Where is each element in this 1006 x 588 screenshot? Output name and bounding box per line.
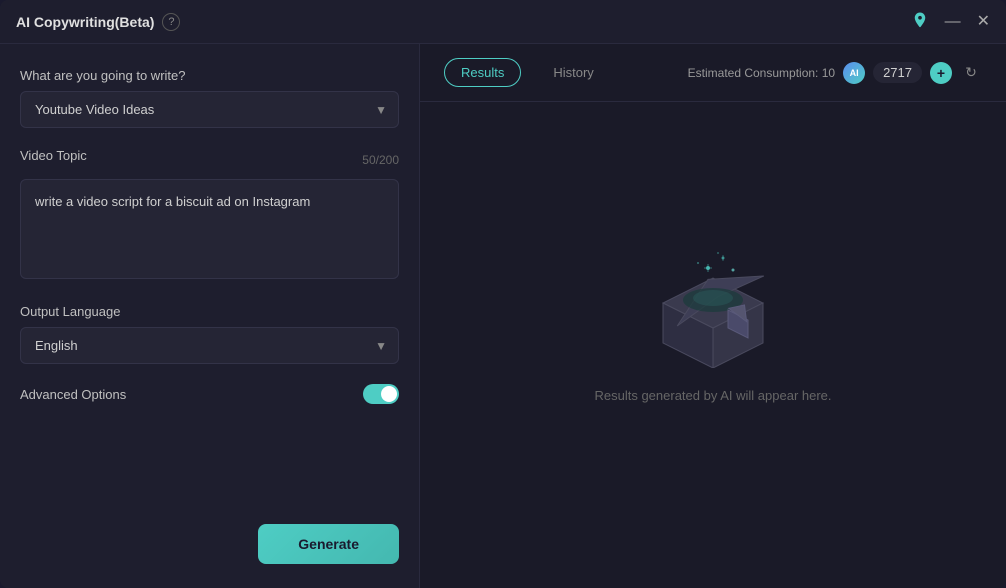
prompt-type-section: What are you going to write? Youtube Vid… bbox=[20, 68, 399, 128]
tab-history[interactable]: History bbox=[537, 59, 609, 86]
close-button[interactable]: ✕ bbox=[977, 14, 990, 30]
topic-textarea[interactable]: write a video script for a biscuit ad on… bbox=[20, 179, 399, 279]
generate-button[interactable]: Generate bbox=[258, 524, 399, 564]
topic-label-row: Video Topic 50/200 bbox=[20, 148, 399, 171]
refresh-button[interactable]: ↻ bbox=[960, 62, 982, 84]
language-select[interactable]: English Spanish French German Chinese bbox=[20, 327, 399, 364]
title-left: AI Copywriting(Beta) ? bbox=[16, 13, 180, 31]
consumption-area: Estimated Consumption: 10 AI 2717 + ↻ bbox=[688, 62, 982, 84]
consumption-label: Estimated Consumption: 10 bbox=[688, 66, 835, 80]
topic-label: Video Topic bbox=[20, 148, 87, 163]
right-panel: Results History Estimated Consumption: 1… bbox=[420, 44, 1006, 588]
topic-section: Video Topic 50/200 write a video script … bbox=[20, 148, 399, 284]
prompt-select-wrapper: Youtube Video Ideas Blog Post Social Med… bbox=[20, 91, 399, 128]
prompt-select[interactable]: Youtube Video Ideas Blog Post Social Med… bbox=[20, 91, 399, 128]
left-panel: What are you going to write? Youtube Vid… bbox=[0, 44, 420, 588]
empty-state: Results generated by AI will appear here… bbox=[420, 102, 1006, 588]
advanced-label: Advanced Options bbox=[20, 387, 126, 402]
advanced-options-row: Advanced Options bbox=[20, 384, 399, 404]
app-title: AI Copywriting(Beta) bbox=[16, 14, 154, 30]
window-controls: — ✕ bbox=[911, 11, 990, 33]
language-label: Output Language bbox=[20, 304, 399, 319]
language-section: Output Language English Spanish French G… bbox=[20, 304, 399, 364]
tab-results[interactable]: Results bbox=[444, 58, 521, 87]
add-credits-button[interactable]: + bbox=[930, 62, 952, 84]
empty-illustration bbox=[643, 248, 783, 368]
app-window: AI Copywriting(Beta) ? — ✕ What are you … bbox=[0, 0, 1006, 588]
prompt-label: What are you going to write? bbox=[20, 68, 399, 83]
language-select-wrapper: English Spanish French German Chinese ▼ bbox=[20, 327, 399, 364]
credit-count: 2717 bbox=[873, 62, 922, 83]
title-bar: AI Copywriting(Beta) ? — ✕ bbox=[0, 0, 1006, 44]
pin-icon[interactable] bbox=[911, 11, 929, 33]
help-icon[interactable]: ? bbox=[162, 13, 180, 31]
empty-state-text: Results generated by AI will appear here… bbox=[594, 388, 831, 403]
right-header: Results History Estimated Consumption: 1… bbox=[420, 44, 1006, 102]
ai-avatar: AI bbox=[843, 62, 865, 84]
char-count: 50/200 bbox=[362, 153, 399, 167]
advanced-toggle[interactable] bbox=[363, 384, 399, 404]
minimize-button[interactable]: — bbox=[945, 14, 961, 30]
main-content: What are you going to write? Youtube Vid… bbox=[0, 44, 1006, 588]
